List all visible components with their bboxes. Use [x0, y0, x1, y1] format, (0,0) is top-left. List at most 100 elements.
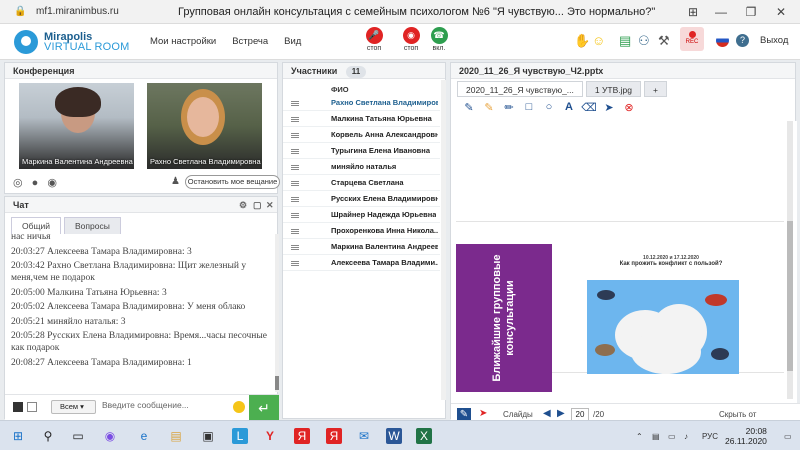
- raise-hand-icon[interactable]: ✋: [574, 34, 590, 48]
- file-explorer-icon[interactable]: ▤: [168, 428, 184, 444]
- volume-icon[interactable]: ♪: [684, 432, 688, 441]
- tab-image[interactable]: 1 УТВ.jpg: [585, 81, 641, 97]
- notifications-icon[interactable]: ▭: [784, 432, 792, 441]
- tray-chevron-icon[interactable]: ⌃: [636, 432, 643, 441]
- install-app-icon[interactable]: ⊞: [684, 3, 702, 21]
- text-style-icon[interactable]: [13, 402, 23, 412]
- help-icon[interactable]: ?: [736, 34, 749, 47]
- list-item[interactable]: Русских Елена Владимировна: [283, 191, 440, 207]
- users-icon[interactable]: ⚇: [638, 34, 650, 48]
- slide-scroll-thumb[interactable]: [787, 221, 793, 371]
- participants-scrollbar[interactable]: [441, 80, 446, 400]
- emoji-icon[interactable]: [233, 401, 245, 413]
- list-item[interactable]: Прохоренкова Инна Никола...: [283, 223, 440, 239]
- drag-handle-icon[interactable]: [291, 213, 299, 218]
- yandex-browser-icon[interactable]: Y: [262, 428, 278, 444]
- clear-icon[interactable]: ⊗: [619, 101, 639, 114]
- store-icon[interactable]: ▣: [200, 428, 216, 444]
- yandex-icon[interactable]: Я: [294, 428, 310, 444]
- list-item[interactable]: Малкина Татьяна Юрьевна: [283, 111, 440, 127]
- microphone-button[interactable]: 🎤 стоп: [361, 27, 387, 52]
- maximize-button[interactable]: ❐: [742, 3, 760, 21]
- marker-icon[interactable]: ✏: [499, 101, 519, 114]
- menu-view[interactable]: Вид: [284, 36, 301, 47]
- webcam-settings-icon[interactable]: ◎: [13, 177, 23, 189]
- mail-icon[interactable]: ✉: [356, 428, 372, 444]
- task-view-icon[interactable]: ▭: [70, 428, 86, 444]
- text-tool-icon[interactable]: A: [559, 101, 579, 114]
- list-item[interactable]: Шрайнер Надежда Юрьевна: [283, 207, 440, 223]
- edge-icon[interactable]: e: [136, 428, 152, 444]
- slide-viewport[interactable]: Ближайшие групповые консультации 10.12.2…: [455, 121, 797, 403]
- keyboard-language[interactable]: РУС: [702, 432, 718, 441]
- windows-start-icon[interactable]: ⊞: [10, 428, 26, 444]
- search-icon[interactable]: ⚲: [40, 428, 56, 444]
- alice-icon[interactable]: ◉: [102, 428, 118, 444]
- speaker-settings-icon[interactable]: ◉: [47, 177, 57, 189]
- pointer-icon[interactable]: ➤: [599, 101, 619, 114]
- drag-handle-icon[interactable]: [291, 197, 299, 202]
- slide-scrollbar[interactable]: [787, 121, 793, 399]
- chat-scrollbar[interactable]: [275, 234, 279, 392]
- prev-slide-icon[interactable]: ◀: [543, 408, 551, 419]
- drag-handle-icon[interactable]: [291, 245, 299, 250]
- laser-pointer-icon[interactable]: ➤: [479, 408, 487, 419]
- next-slide-icon[interactable]: ▶: [557, 408, 565, 419]
- list-item[interactable]: Старцева Светлана: [283, 175, 440, 191]
- tools-icon[interactable]: ⚒: [658, 34, 670, 48]
- video-tile-2[interactable]: Рахно Светлана Владимировна: [147, 83, 262, 169]
- word-icon[interactable]: W: [386, 428, 402, 444]
- list-item[interactable]: Алексеева Тамара Владими...: [283, 255, 440, 271]
- list-item[interactable]: Рахно Светлана Владимировна: [283, 95, 440, 111]
- excel-icon[interactable]: X: [416, 428, 432, 444]
- drag-handle-icon[interactable]: [291, 133, 299, 138]
- drag-handle-icon[interactable]: [291, 117, 299, 122]
- list-item[interactable]: миняйло наталья: [283, 159, 440, 175]
- circle-icon[interactable]: ○: [539, 101, 559, 114]
- drag-handle-icon[interactable]: [291, 165, 299, 170]
- list-item[interactable]: Корвель Анна Александровна: [283, 127, 440, 143]
- rectangle-icon[interactable]: □: [519, 101, 539, 114]
- slides-label[interactable]: Слайды: [503, 410, 533, 419]
- eraser-icon[interactable]: ⌫: [579, 101, 599, 114]
- send-button[interactable]: ↵: [249, 395, 279, 421]
- list-item[interactable]: Турыгина Елена Ивановна: [283, 143, 440, 159]
- speaker-button[interactable]: ☎ вкл.: [426, 27, 452, 52]
- exit-button[interactable]: Выход: [760, 35, 788, 46]
- camera-button[interactable]: ◉ стоп: [398, 27, 424, 52]
- record-button[interactable]: REC: [680, 27, 704, 51]
- chat-settings-icon[interactable]: ⚙: [239, 197, 247, 213]
- clock[interactable]: 20:08 26.11.2020: [725, 426, 767, 446]
- chat-scroll-thumb[interactable]: [275, 376, 279, 390]
- chat-input[interactable]: Введите сообщение...: [102, 400, 189, 410]
- stop-broadcast-button[interactable]: Остановить мое вещание: [185, 175, 280, 189]
- drag-handle-icon[interactable]: [291, 261, 299, 266]
- list-item[interactable]: Маркина Валентина Андреевна: [283, 239, 440, 255]
- emotion-icon[interactable]: ☺: [592, 34, 605, 48]
- add-tab-button[interactable]: +: [643, 81, 667, 97]
- yandex-app-icon[interactable]: Я: [326, 428, 342, 444]
- chat-minimize-icon[interactable]: ▢: [253, 197, 262, 213]
- network-icon[interactable]: ▤: [652, 432, 660, 441]
- drag-handle-icon[interactable]: [291, 149, 299, 154]
- menu-meeting[interactable]: Встреча: [232, 36, 268, 47]
- drag-handle-icon[interactable]: [291, 229, 299, 234]
- text-color-icon[interactable]: [27, 402, 37, 412]
- pen-icon[interactable]: ✎: [459, 101, 479, 114]
- drag-handle-icon[interactable]: [291, 101, 299, 106]
- video-tile-1[interactable]: Маркина Валентина Андреевна: [19, 83, 134, 169]
- mic-settings-icon[interactable]: ●: [32, 177, 39, 189]
- column-header-name[interactable]: ФИО: [331, 85, 349, 94]
- language-flag-icon[interactable]: [716, 34, 729, 47]
- highlighter-icon[interactable]: ✎: [479, 101, 499, 114]
- tab-presentation[interactable]: 2020_11_26_Я чувствую_...: [457, 81, 583, 97]
- drag-handle-icon[interactable]: [291, 181, 299, 186]
- battery-icon[interactable]: ▭: [668, 432, 676, 441]
- tab-general[interactable]: Общий: [11, 217, 61, 234]
- app-l-icon[interactable]: L: [232, 428, 248, 444]
- address-bar[interactable]: mf1.miranimbus.ru: [36, 6, 156, 17]
- minimize-button[interactable]: —: [712, 3, 730, 21]
- menu-my-settings[interactable]: Мои настройки: [150, 36, 216, 47]
- chat-close-icon[interactable]: ✕: [266, 197, 274, 213]
- tab-questions[interactable]: Вопросы: [63, 217, 121, 234]
